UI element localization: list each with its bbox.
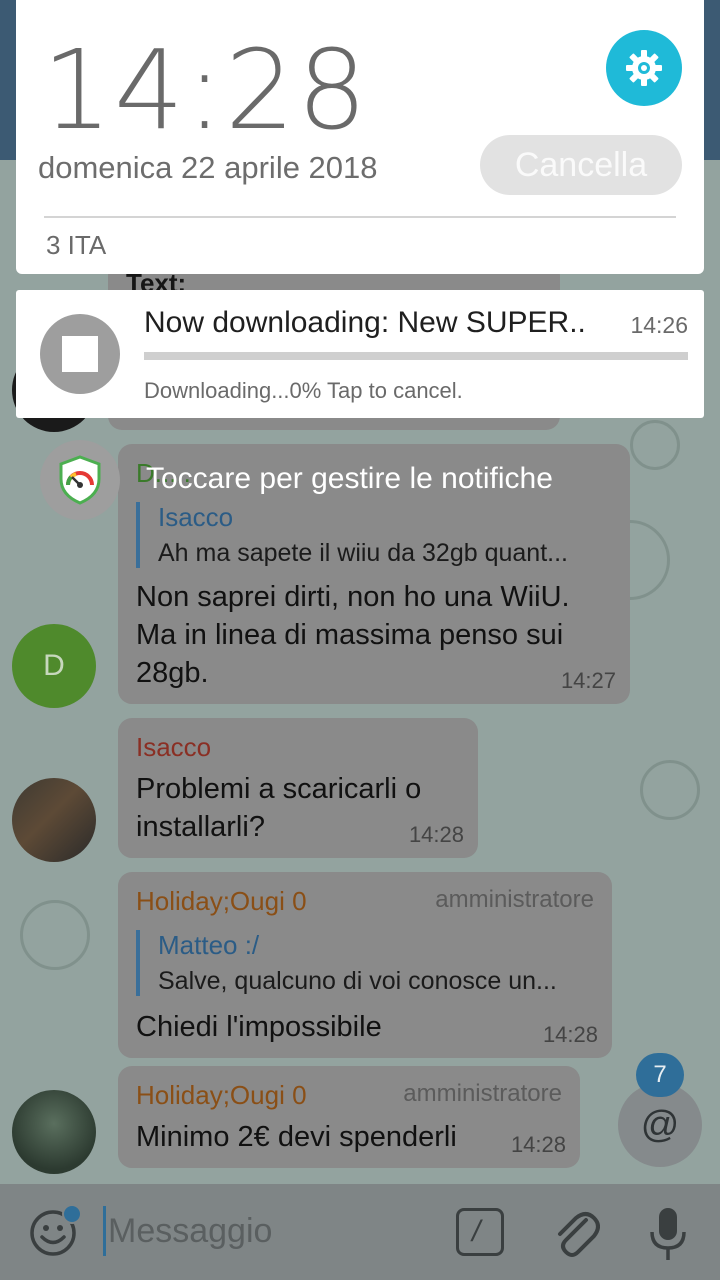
divider [44, 216, 676, 218]
message-bubble[interactable]: Isacco Problemi a scaricarli o installar… [118, 718, 478, 858]
settings-button[interactable] [606, 30, 682, 106]
quote-sender: Matteo :/ [158, 930, 260, 960]
wallpaper-doodle [640, 760, 700, 820]
stop-download-button[interactable] [40, 314, 120, 394]
text-caret [103, 1206, 106, 1256]
avatar[interactable] [12, 1090, 96, 1174]
manage-notifications-row[interactable]: Toccare per gestire le notifiche [40, 440, 700, 520]
at-icon: @ [640, 1103, 680, 1146]
avatar-initial: D [43, 649, 65, 682]
bot-command-button[interactable]: / [456, 1208, 504, 1256]
date-display: domenica 22 aprile 2018 [38, 150, 378, 185]
clear-all-label: Cancella [514, 145, 648, 184]
message-time: 14:28 [510, 1132, 566, 1157]
slash-icon: / [472, 1215, 481, 1248]
notification-time: 14:26 [630, 312, 688, 338]
emoji-notification-dot [62, 1204, 82, 1224]
message-sender[interactable]: Holiday;Ougi 0 [136, 886, 307, 917]
quick-settings-panel: 14:28 domenica 22 aprile 2018 Cancella 3… [16, 0, 704, 274]
message-bubble[interactable]: Holiday;Ougi 0 amministratore Matteo :/ … [118, 872, 612, 1058]
message-input[interactable] [108, 1208, 428, 1254]
clear-all-button[interactable]: Cancella [480, 135, 682, 195]
shield-gauge-icon [59, 455, 101, 505]
notification-status: Downloading...0% Tap to cancel. [144, 378, 463, 403]
quote-text: Salve, qualcuno di voi conosce un... [158, 967, 557, 995]
quote-text: Ah ma sapete il wiiu da 32gb quant... [158, 539, 568, 567]
reply-quote[interactable]: Matteo :/ Salve, qualcuno di voi conosce… [136, 930, 594, 996]
message-time: 14:27 [560, 668, 616, 693]
admin-badge: amministratore [403, 1080, 562, 1107]
notification-title: Now downloading: New SUPER.. [144, 306, 586, 339]
download-notification[interactable]: Now downloading: New SUPER.. 14:26 Downl… [16, 290, 704, 418]
attach-icon[interactable] [552, 1206, 600, 1260]
message-text: Minimo 2€ devi spenderli [136, 1121, 457, 1153]
message-text: Chiedi l'impossibile [136, 1011, 382, 1043]
wallpaper-doodle [20, 900, 90, 970]
stop-icon [62, 336, 98, 372]
clock-display: 14:28 [42, 26, 370, 154]
security-app-icon[interactable] [40, 440, 120, 520]
microphone-icon[interactable] [646, 1206, 690, 1262]
message-composer: / [0, 1184, 720, 1280]
manage-notifications-label: Toccare per gestire le notifiche [146, 462, 553, 495]
message-sender[interactable]: Holiday;Ougi 0 [136, 1080, 307, 1111]
message-bubble[interactable]: Holiday;Ougi 0 amministratore Minimo 2€ … [118, 1066, 580, 1168]
message-text: Non saprei dirti, non ho una WiiU. Ma in… [136, 581, 570, 689]
download-progress-bar [144, 352, 688, 360]
avatar[interactable] [12, 778, 96, 862]
admin-badge: amministratore [435, 886, 594, 913]
message-sender[interactable]: Isacco [136, 732, 211, 763]
mention-count-badge: 7 [636, 1053, 684, 1097]
mention-count: 7 [653, 1061, 667, 1088]
message-time: 14:28 [408, 822, 464, 847]
carrier-name: 3 ITA [46, 230, 107, 260]
avatar[interactable]: D [12, 624, 96, 708]
message-time: 14:28 [542, 1022, 598, 1047]
gear-icon [626, 50, 662, 86]
